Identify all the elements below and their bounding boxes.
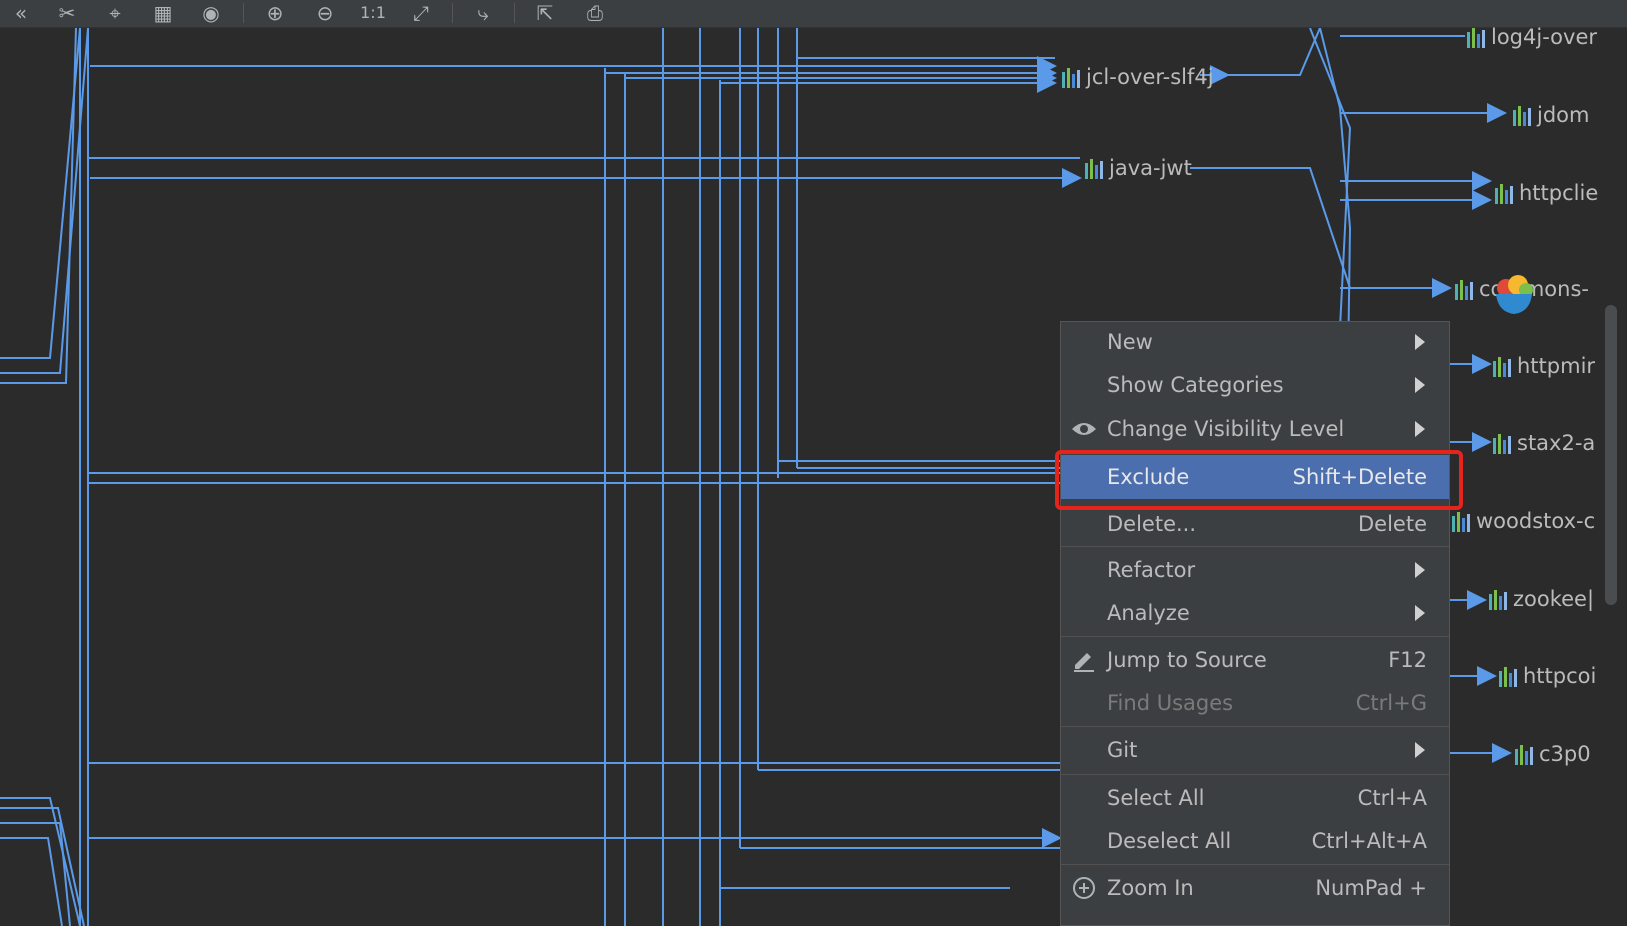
module-icon bbox=[1493, 355, 1511, 377]
node-jcl-over-slf4j[interactable]: jcl-over-slf4j bbox=[1062, 64, 1214, 90]
menu-item-zoom-in[interactable]: Zoom In NumPad + bbox=[1061, 868, 1449, 908]
menu-item-label: Analyze bbox=[1107, 601, 1190, 625]
route-edges-icon[interactable]: ⤷ bbox=[468, 0, 498, 26]
node-c3p0[interactable]: c3p0 bbox=[1515, 741, 1591, 767]
menu-item-label: Jump to Source bbox=[1107, 648, 1267, 672]
fruit-bowl-icon bbox=[1496, 275, 1533, 314]
cursor-select-icon[interactable]: ⌖ bbox=[100, 0, 130, 26]
menu-item-change-visibility-level[interactable]: Change Visibility Level bbox=[1061, 409, 1449, 449]
collapse-left-icon[interactable]: « bbox=[6, 0, 36, 26]
submenu-arrow-icon bbox=[1415, 377, 1425, 393]
menu-item-deselect-all[interactable]: Deselect All Ctrl+Alt+A bbox=[1061, 821, 1449, 861]
menu-separator bbox=[1061, 636, 1449, 637]
menu-item-delete[interactable]: Delete... Delete bbox=[1061, 504, 1449, 544]
menu-item-label: New bbox=[1107, 330, 1153, 354]
zoom-in-icon bbox=[1071, 875, 1097, 901]
submenu-arrow-icon bbox=[1415, 605, 1425, 621]
zoom-out-icon[interactable]: ⊖ bbox=[310, 0, 340, 26]
actual-size-icon[interactable]: 1:1 bbox=[358, 0, 388, 26]
node-woodstox[interactable]: woodstox-c bbox=[1452, 508, 1605, 534]
menu-item-analyze[interactable]: Analyze bbox=[1061, 593, 1449, 633]
menu-item-label: Refactor bbox=[1107, 558, 1196, 582]
zoom-in-icon[interactable]: ⊕ bbox=[260, 0, 290, 26]
menu-item-label: Deselect All bbox=[1107, 829, 1232, 853]
menu-item-shortcut: F12 bbox=[1388, 648, 1427, 672]
node-jdom[interactable]: jdom bbox=[1513, 102, 1589, 128]
submenu-arrow-icon bbox=[1415, 742, 1425, 758]
module-icon bbox=[1489, 588, 1507, 610]
node-java-jwt[interactable]: java-jwt bbox=[1085, 155, 1192, 181]
menu-separator bbox=[1061, 774, 1449, 775]
menu-item-label: Select All bbox=[1107, 786, 1205, 810]
vertical-scrollbar[interactable] bbox=[1605, 305, 1617, 605]
menu-item-shortcut: Delete bbox=[1358, 512, 1427, 536]
module-icon bbox=[1499, 665, 1517, 687]
toolbar-separator bbox=[243, 3, 244, 23]
layout-icon[interactable]: ▦ bbox=[148, 0, 178, 26]
node-label: zookee| bbox=[1513, 587, 1595, 611]
menu-item-label: Git bbox=[1107, 738, 1138, 762]
eye-icon[interactable]: ◉ bbox=[196, 0, 226, 26]
menu-item-new[interactable]: New bbox=[1061, 322, 1449, 362]
node-stax2[interactable]: stax2-a bbox=[1493, 430, 1605, 456]
module-icon bbox=[1455, 278, 1473, 300]
export-icon[interactable]: ⇱ bbox=[530, 0, 560, 26]
node-label: woodstox-c bbox=[1476, 509, 1596, 533]
context-menu: New Show Categories Change Visibility Le… bbox=[1060, 321, 1450, 926]
node-zookeeper[interactable]: zookee| bbox=[1489, 586, 1605, 612]
node-httpcore[interactable]: httpcoi bbox=[1499, 663, 1605, 689]
module-icon bbox=[1493, 432, 1511, 454]
menu-item-label: Zoom In bbox=[1107, 876, 1194, 900]
menu-separator bbox=[1061, 726, 1449, 727]
submenu-arrow-icon bbox=[1415, 562, 1425, 578]
module-icon bbox=[1467, 26, 1485, 48]
fit-content-icon[interactable]: ⤢ bbox=[406, 0, 436, 26]
menu-item-refactor[interactable]: Refactor bbox=[1061, 550, 1449, 590]
print-icon[interactable]: ⎙ bbox=[580, 0, 610, 26]
node-label: java-jwt bbox=[1109, 156, 1192, 180]
diagram-toolbar: « ✂ ⌖ ▦ ◉ ⊕ ⊖ 1:1 ⤢ ⤷ ⇱ ⎙ bbox=[0, 0, 1627, 28]
menu-item-label: Show Categories bbox=[1107, 373, 1284, 397]
eye-icon bbox=[1071, 416, 1097, 442]
node-label: log4j-over bbox=[1491, 25, 1598, 49]
menu-item-git[interactable]: Git bbox=[1061, 730, 1449, 770]
menu-item-label: Find Usages bbox=[1107, 691, 1234, 715]
menu-item-show-categories[interactable]: Show Categories bbox=[1061, 365, 1449, 405]
toolbar-separator bbox=[452, 3, 453, 23]
menu-separator bbox=[1061, 864, 1449, 865]
menu-item-label: Delete... bbox=[1107, 512, 1197, 536]
menu-item-jump-to-source[interactable]: Jump to Source F12 bbox=[1061, 640, 1449, 680]
submenu-arrow-icon bbox=[1415, 334, 1425, 350]
node-httpmime[interactable]: httpmir bbox=[1493, 353, 1605, 379]
cut-icon[interactable]: ✂ bbox=[52, 0, 82, 26]
menu-item-select-all[interactable]: Select All Ctrl+A bbox=[1061, 778, 1449, 818]
node-label: httpmir bbox=[1517, 354, 1596, 378]
menu-item-label: Change Visibility Level bbox=[1107, 417, 1345, 441]
node-httpclient[interactable]: httpclie bbox=[1495, 180, 1605, 206]
menu-item-shortcut: Ctrl+Alt+A bbox=[1311, 829, 1427, 853]
menu-item-shortcut: Ctrl+A bbox=[1357, 786, 1427, 810]
node-label: stax2-a bbox=[1517, 431, 1596, 455]
module-icon bbox=[1495, 182, 1513, 204]
toolbar-separator bbox=[514, 3, 515, 23]
node-label: c3p0 bbox=[1539, 742, 1591, 766]
menu-item-find-usages[interactable]: Find Usages Ctrl+G bbox=[1061, 683, 1449, 723]
module-icon bbox=[1085, 157, 1103, 179]
module-icon bbox=[1062, 66, 1080, 88]
node-label: jdom bbox=[1537, 103, 1590, 127]
pencil-icon bbox=[1071, 647, 1097, 673]
module-icon bbox=[1513, 104, 1531, 126]
module-icon bbox=[1515, 743, 1533, 765]
node-log4j-over[interactable]: log4j-over bbox=[1467, 24, 1597, 50]
node-label: jcl-over-slf4j bbox=[1086, 65, 1214, 89]
menu-separator bbox=[1061, 546, 1449, 547]
node-label: httpcoi bbox=[1523, 664, 1597, 688]
menu-item-shortcut: NumPad + bbox=[1315, 876, 1427, 900]
menu-item-shortcut: Ctrl+G bbox=[1355, 691, 1427, 715]
submenu-arrow-icon bbox=[1415, 421, 1425, 437]
module-icon bbox=[1452, 510, 1470, 532]
highlight-box bbox=[1055, 450, 1463, 510]
node-label: httpclie bbox=[1519, 181, 1599, 205]
